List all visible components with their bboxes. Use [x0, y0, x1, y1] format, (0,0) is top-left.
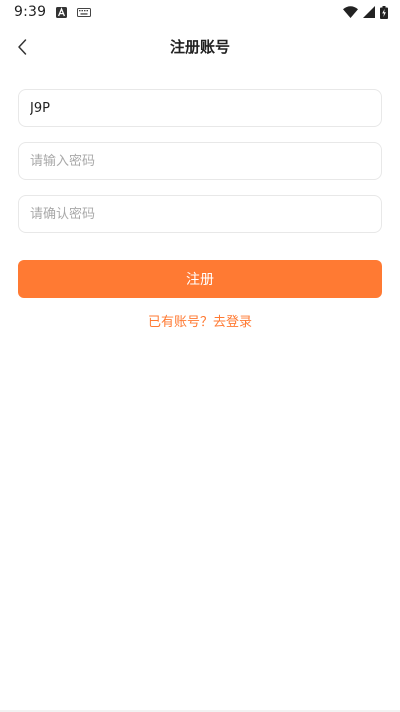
page-title: 注册账号	[169, 38, 230, 56]
username-input[interactable]	[19, 90, 381, 126]
register-button[interactable]: 注册	[18, 260, 382, 298]
register-form	[18, 89, 382, 248]
status-system-icons	[343, 5, 388, 19]
a-letter-icon	[56, 6, 68, 18]
wifi-icon	[343, 6, 358, 18]
app-bar: 注册账号	[0, 24, 400, 70]
login-prompt: 已有账号？去登录	[0, 311, 400, 330]
confirm-password-input[interactable]	[19, 196, 381, 232]
status-bar: 9:39	[0, 0, 400, 24]
confirm-password-field-box	[18, 195, 382, 233]
battery-charging-icon	[380, 5, 388, 19]
username-field-box	[18, 89, 382, 127]
keyboard-icon	[77, 7, 92, 17]
password-field-box	[18, 142, 382, 180]
status-notification-icons	[56, 6, 92, 18]
password-input[interactable]	[19, 143, 381, 179]
status-time: 9:39	[14, 4, 47, 20]
go-login-link[interactable]: 已有账号？去登录	[148, 315, 252, 330]
signal-icon	[363, 6, 375, 18]
